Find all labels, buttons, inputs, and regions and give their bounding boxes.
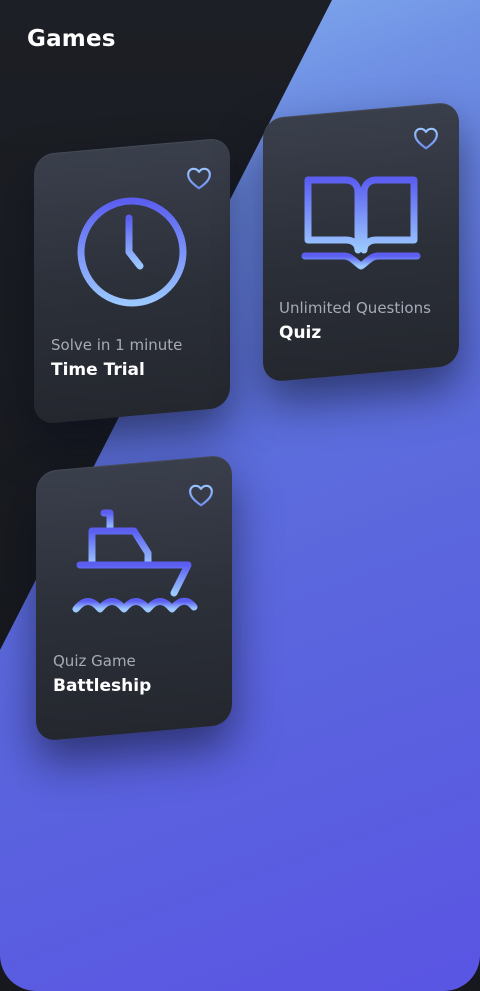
favorite-heart-icon[interactable] (188, 483, 214, 507)
favorite-heart-icon[interactable] (413, 126, 439, 150)
game-title: Battleship (53, 676, 152, 696)
game-card-quiz[interactable]: Unlimited Questions Quiz (263, 101, 459, 383)
game-title: Time Trial (51, 360, 145, 380)
game-card-time-trial[interactable]: Solve in 1 minute Time Trial (34, 137, 230, 425)
game-subtitle: Quiz Game (53, 652, 136, 670)
game-subtitle: Solve in 1 minute (51, 336, 183, 354)
ship-icon (36, 507, 232, 619)
page-title: Games (27, 26, 116, 52)
game-title: Quiz (279, 323, 322, 343)
games-screen: Games Solve in 1 minute Time Trial Unlim… (0, 0, 480, 991)
game-card-battleship[interactable]: Quiz Game Battleship (36, 454, 232, 742)
clock-icon (34, 194, 230, 310)
book-icon (263, 172, 459, 272)
favorite-heart-icon[interactable] (186, 166, 212, 190)
game-subtitle: Unlimited Questions (279, 299, 431, 317)
